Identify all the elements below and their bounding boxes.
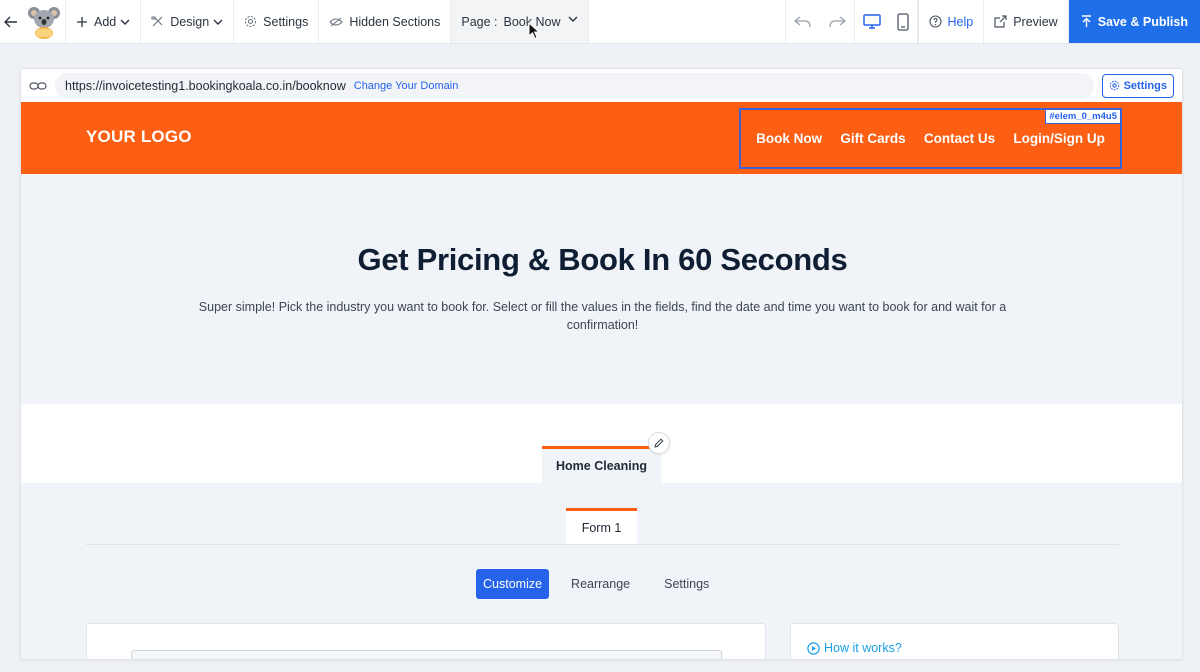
settings-button[interactable]: Settings: [234, 0, 320, 43]
help-label: Help: [947, 14, 974, 29]
edit-button[interactable]: [648, 432, 670, 454]
desktop-view-button[interactable]: [855, 0, 889, 43]
add-label: Add: [94, 14, 117, 29]
hero-section[interactable]: Get Pricing & Book In 60 Seconds Super s…: [21, 174, 1182, 404]
redo-icon: [828, 15, 846, 27]
design-label: Design: [170, 14, 210, 29]
link-icon: [29, 81, 47, 90]
koala-logo-icon: [27, 6, 60, 39]
preview-button[interactable]: Preview: [984, 0, 1069, 43]
form-tab-1[interactable]: Form 1: [566, 508, 637, 544]
booking-form-section: Form 1 Customize Rearrange Settings How …: [21, 483, 1182, 659]
site-header[interactable]: YOUR LOGO Book Now Gift Cards Contact Us…: [21, 102, 1182, 174]
undo-button[interactable]: [784, 0, 820, 43]
nav-gift-cards[interactable]: Gift Cards: [840, 131, 905, 146]
question-circle-icon: [928, 15, 942, 28]
hero-title: Get Pricing & Book In 60 Seconds: [357, 242, 848, 277]
nav-contact-us[interactable]: Contact Us: [924, 131, 995, 146]
frame-settings-button[interactable]: Settings: [1101, 73, 1174, 98]
url-field[interactable]: https://invoicetesting1.bookingkoala.co.…: [55, 73, 1094, 98]
mouse-cursor-icon: [528, 22, 540, 40]
chevron-down-icon: [213, 19, 223, 25]
upload-icon: [1081, 15, 1091, 27]
preview-label: Preview: [1013, 14, 1058, 29]
hero-subtitle: Super simple! Pick the industry you want…: [198, 300, 1007, 332]
design-tools-icon: [151, 16, 163, 27]
pencil-icon: [654, 438, 664, 448]
frame-settings-label: Settings: [1123, 79, 1167, 92]
customize-tab[interactable]: Customize: [476, 569, 550, 599]
play-circle-icon: [807, 641, 820, 655]
site-nav-selected[interactable]: Book Now Gift Cards Contact Us Login/Sig…: [739, 108, 1122, 169]
page-url: https://invoicetesting1.bookingkoala.co.…: [65, 78, 346, 93]
gear-icon: [245, 15, 257, 28]
help-button[interactable]: Help: [917, 0, 985, 43]
add-menu[interactable]: Add: [66, 0, 142, 43]
koala-logo[interactable]: [22, 0, 66, 43]
change-domain-link[interactable]: Change Your Domain: [354, 80, 459, 92]
form-subtabs: Customize Rearrange Settings: [476, 569, 721, 599]
how-it-works-link[interactable]: How it works?: [807, 641, 902, 655]
info-card: How it works?: [790, 623, 1119, 659]
redo-button[interactable]: [820, 0, 855, 43]
desktop-icon: [862, 13, 881, 29]
back-button[interactable]: [0, 0, 22, 43]
divider: [86, 544, 1119, 545]
hidden-sections-button[interactable]: Hidden Sections: [319, 0, 452, 43]
industry-tabs-section: Home Cleaning: [21, 404, 1182, 483]
form-card: [86, 623, 766, 659]
hidden-sections-label: Hidden Sections: [349, 14, 441, 29]
element-id-badge: #elem_0_m4u5: [1045, 109, 1121, 124]
rearrange-tab[interactable]: Rearrange: [559, 569, 642, 599]
how-it-works-label: How it works?: [824, 641, 902, 655]
mobile-view-button[interactable]: [889, 0, 918, 43]
page-prefix: Page :: [461, 14, 498, 29]
save-publish-button[interactable]: Save & Publish: [1068, 0, 1200, 43]
editor-toolbar: Add Design Settings Hidden Sections Page…: [0, 0, 1200, 44]
plus-icon: [77, 16, 87, 27]
nav-login-signup[interactable]: Login/Sign Up: [1013, 131, 1104, 146]
page-selector[interactable]: Page : Book Now: [451, 0, 590, 43]
mobile-icon: [896, 12, 909, 31]
industry-tab-home-cleaning[interactable]: Home Cleaning: [542, 446, 661, 483]
form-field-placeholder[interactable]: [131, 650, 722, 659]
url-bar: https://invoicetesting1.bookingkoala.co.…: [21, 69, 1182, 102]
nav-book-now[interactable]: Book Now: [756, 131, 822, 146]
chevron-down-icon: [568, 16, 578, 22]
publish-label: Save & Publish: [1097, 14, 1188, 29]
settings-label: Settings: [263, 14, 309, 29]
site-logo[interactable]: YOUR LOGO: [86, 127, 192, 147]
chevron-down-icon: [120, 19, 130, 25]
eye-off-icon: [329, 17, 344, 26]
design-menu[interactable]: Design: [141, 0, 235, 43]
external-link-icon: [994, 15, 1007, 28]
settings-tab[interactable]: Settings: [652, 569, 721, 599]
arrow-left-icon: [4, 16, 17, 27]
undo-icon: [793, 15, 811, 27]
preview-frame: https://invoicetesting1.bookingkoala.co.…: [20, 68, 1183, 660]
gear-icon: [1109, 80, 1119, 91]
